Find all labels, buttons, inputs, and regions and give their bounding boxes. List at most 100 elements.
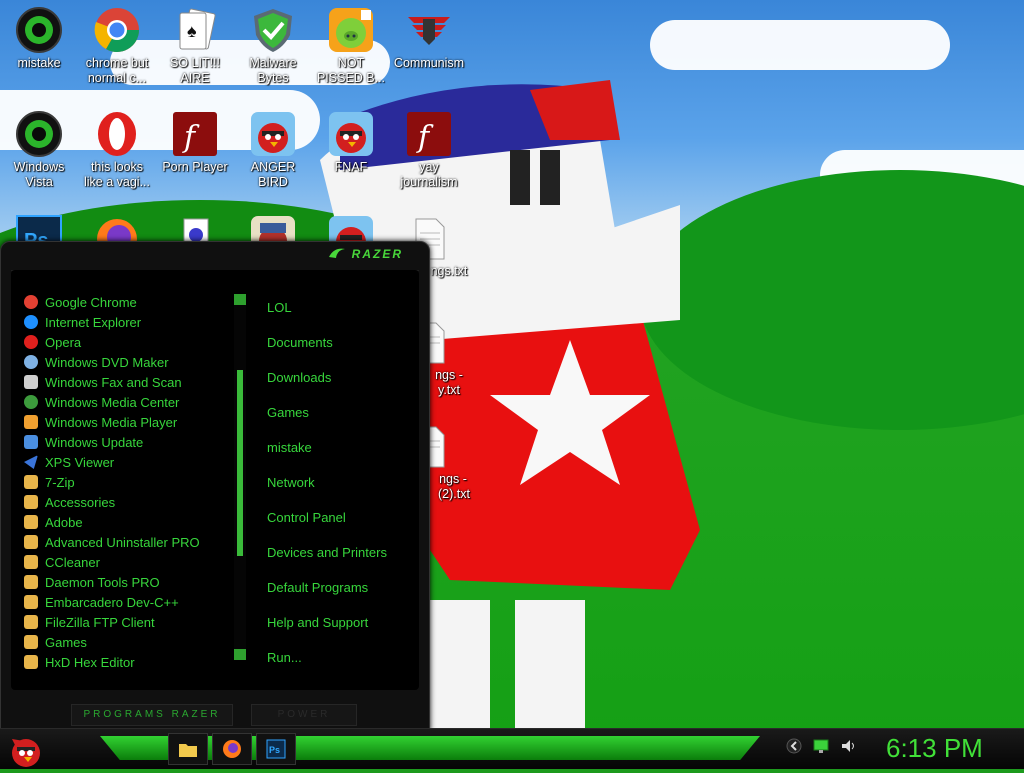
internet-explorer-icon [24, 315, 38, 329]
volume-icon[interactable] [840, 738, 858, 759]
folder-icon [24, 555, 38, 569]
bad-piggies-icon [327, 6, 375, 54]
taskbar-photoshop[interactable]: Ps [256, 733, 296, 765]
program-folder[interactable]: CCleaner [21, 552, 231, 572]
program-label: FileZilla FTP Client [45, 614, 155, 630]
place-run[interactable]: Run... [267, 650, 387, 685]
desktop-icon-label: Porn Player [162, 160, 228, 174]
desktop-icon-solitaire[interactable]: ♠ SO LIT!!! AIRE [156, 6, 234, 86]
angry-birds-icon [249, 110, 297, 158]
program-label: CCleaner [45, 554, 100, 570]
place-games[interactable]: Games [267, 405, 387, 440]
desktop-icon-windows-vista[interactable]: Windows Vista [0, 110, 78, 190]
desktop-icon-label: Malware Bytes [249, 56, 297, 85]
place-default-programs[interactable]: Default Programs [267, 580, 387, 615]
program-item[interactable]: Internet Explorer [21, 312, 231, 332]
angry-bird-start-icon [12, 739, 40, 767]
program-label: Windows Update [45, 434, 144, 450]
program-item[interactable]: Google Chrome [21, 292, 231, 312]
flash-icon: f [405, 110, 453, 158]
desktop-icon-chrome[interactable]: chrome but normal c... [78, 6, 156, 86]
program-item[interactable]: Windows DVD Maker [21, 352, 231, 372]
program-folder[interactable]: 7-Zip [21, 472, 231, 492]
media-player-icon [24, 415, 38, 429]
program-label: Accessories [45, 494, 116, 510]
place-documents[interactable]: Documents [267, 335, 387, 370]
place-lol[interactable]: LOL [267, 300, 387, 335]
scroll-up-button[interactable] [234, 294, 246, 305]
desktop-icon-label: yay journalism [400, 160, 458, 189]
razer-orb-icon [15, 6, 63, 54]
program-label: Windows DVD Maker [45, 354, 169, 370]
program-folder[interactable]: Daemon Tools PRO [21, 572, 231, 592]
dvd-maker-icon [24, 355, 38, 369]
desktop-icon-malwarebytes[interactable]: Malware Bytes [234, 6, 312, 86]
media-center-icon [24, 395, 38, 409]
program-item[interactable]: Windows Media Center [21, 392, 231, 412]
program-folder[interactable]: Accessories [21, 492, 231, 512]
razer-snake-icon [329, 248, 346, 258]
fax-scan-icon [24, 375, 38, 389]
all-programs-button[interactable]: PROGRAMS RAZER [71, 704, 233, 726]
start-menu: RAZER Google Chrome Internet Explorer Op… [0, 241, 430, 732]
program-label: Opera [45, 334, 82, 350]
program-label: Internet Explorer [45, 314, 142, 330]
desktop-icon-anger-bird[interactable]: ANGER BIRD [234, 110, 312, 190]
start-menu-body: Google Chrome Internet Explorer Opera Wi… [11, 270, 419, 690]
start-menu-header: RAZER [11, 242, 419, 271]
folder-icon [24, 495, 38, 509]
program-label: Adobe [45, 514, 83, 530]
place-help-and-support[interactable]: Help and Support [267, 615, 387, 650]
program-folder[interactable]: Games [21, 632, 231, 652]
programs-scrollbar[interactable] [234, 294, 246, 660]
place-devices-and-printers[interactable]: Devices and Printers [267, 545, 387, 580]
program-folder[interactable]: Advanced Uninstaller PRO [21, 532, 231, 552]
desktop-icon-label: this looks like a vagi... [83, 160, 150, 189]
program-folder[interactable]: FileZilla FTP Client [21, 612, 231, 632]
taskbar-firefox[interactable] [212, 733, 252, 765]
place-control-panel[interactable]: Control Panel [267, 510, 387, 545]
taskbar-clock[interactable]: 6:13 PM [886, 733, 983, 764]
network-icon[interactable] [812, 738, 830, 759]
program-item[interactable]: Windows Media Player [21, 412, 231, 432]
place-downloads[interactable]: Downloads [267, 370, 387, 405]
program-item[interactable]: XPS Viewer [21, 452, 231, 472]
folder-icon [24, 535, 38, 549]
desktop-icon-communism[interactable]: Communism [390, 6, 468, 71]
program-item[interactable]: Opera [21, 332, 231, 352]
desktop-icon-mistake[interactable]: mistake [0, 6, 78, 71]
system-tray [786, 738, 858, 759]
program-label: Daemon Tools PRO [45, 574, 160, 590]
start-button[interactable] [2, 729, 48, 768]
scroll-down-button[interactable] [234, 649, 246, 660]
desktop-icon-label: NOT PISSED B... [316, 56, 386, 85]
place-network[interactable]: Network [267, 475, 387, 510]
folder-icon [24, 575, 38, 589]
program-folder[interactable]: Embarcadero Dev-C++ [21, 592, 231, 612]
program-item[interactable]: Windows Fax and Scan [21, 372, 231, 392]
desktop-icon-opera[interactable]: this looks like a vagi... [78, 110, 156, 190]
opera-icon [93, 110, 141, 158]
windows-update-icon [24, 435, 38, 449]
malwarebytes-icon [249, 6, 297, 54]
desktop-icon-fnaf[interactable]: FNAF [312, 110, 390, 175]
program-folder[interactable]: Adobe [21, 512, 231, 532]
place-mistake[interactable]: mistake [267, 440, 387, 475]
desktop-icon-label: mistake [17, 56, 61, 70]
power-button[interactable]: POWER [251, 704, 357, 726]
folder-icon [179, 744, 197, 757]
firefox-icon [223, 740, 241, 758]
scroll-thumb[interactable] [237, 370, 243, 556]
opera-icon [24, 335, 38, 349]
desktop-icon-porn-player[interactable]: f Porn Player [156, 110, 234, 175]
program-label: XPS Viewer [45, 454, 115, 470]
chevron-left-icon[interactable] [786, 738, 802, 759]
program-item[interactable]: Windows Update [21, 432, 231, 452]
razer-orb-icon [15, 110, 63, 158]
desktop-icon-label: ANGER BIRD [250, 160, 296, 189]
desktop-icon-label: chrome but normal c... [85, 56, 149, 85]
taskbar-explorer[interactable] [168, 733, 208, 765]
desktop-icon-yay-journalism[interactable]: f yay journalism [390, 110, 468, 190]
desktop-icon-bad-piggies[interactable]: NOT PISSED B... [312, 6, 390, 86]
program-folder[interactable]: HxD Hex Editor [21, 652, 231, 672]
